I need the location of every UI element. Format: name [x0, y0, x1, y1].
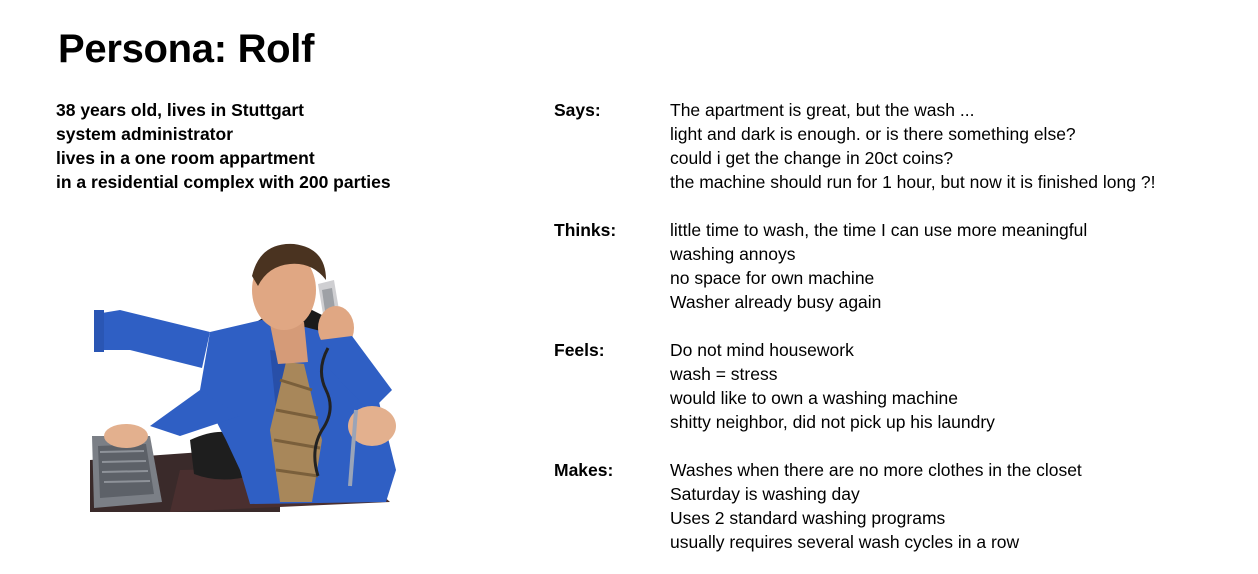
thinks-line: little time to wash, the time I can use …	[670, 220, 1088, 240]
says-line: could i get the change in 20ct coins?	[670, 148, 954, 168]
thinks-label: Thinks:	[554, 220, 617, 240]
makes-line: Uses 2 standard washing programs	[670, 508, 946, 528]
fact-occupation: system administrator	[56, 124, 234, 144]
fact-housing: lives in a one room appartment	[56, 148, 315, 168]
makes-label: Makes:	[554, 460, 614, 480]
persona-photo	[90, 240, 442, 512]
makes-line: Saturday is washing day	[670, 484, 860, 504]
makes-line: Washes when there are no more clothes in…	[670, 460, 1082, 480]
says-line: The apartment is great, but the wash ...	[670, 100, 975, 120]
makes-line: usually requires several wash cycles in …	[670, 532, 1020, 552]
fact-age-location: 38 years old, lives in Stuttgart	[56, 100, 304, 120]
says-label: Says:	[554, 100, 601, 120]
fact-complex: in a residential complex with 200 partie…	[56, 172, 391, 192]
persona-facts: 38 years old, lives in Stuttgart system …	[56, 98, 496, 194]
feels-line: would like to own a washing machine	[670, 388, 958, 408]
thinks-line: Washer already busy again	[670, 292, 882, 312]
says-line: the machine should run for 1 hour, but n…	[670, 172, 1156, 192]
page-title: Persona: Rolf	[58, 27, 315, 71]
feels-line: shitty neighbor, did not pick up his lau…	[670, 412, 995, 432]
says-line: light and dark is enough. or is there so…	[670, 124, 1076, 144]
feels-line: wash = stress	[670, 364, 778, 384]
thinks-line: no space for own machine	[670, 268, 875, 288]
feels-label: Feels:	[554, 340, 605, 360]
thinks-line: washing annoys	[670, 244, 796, 264]
feels-line: Do not mind housework	[670, 340, 854, 360]
